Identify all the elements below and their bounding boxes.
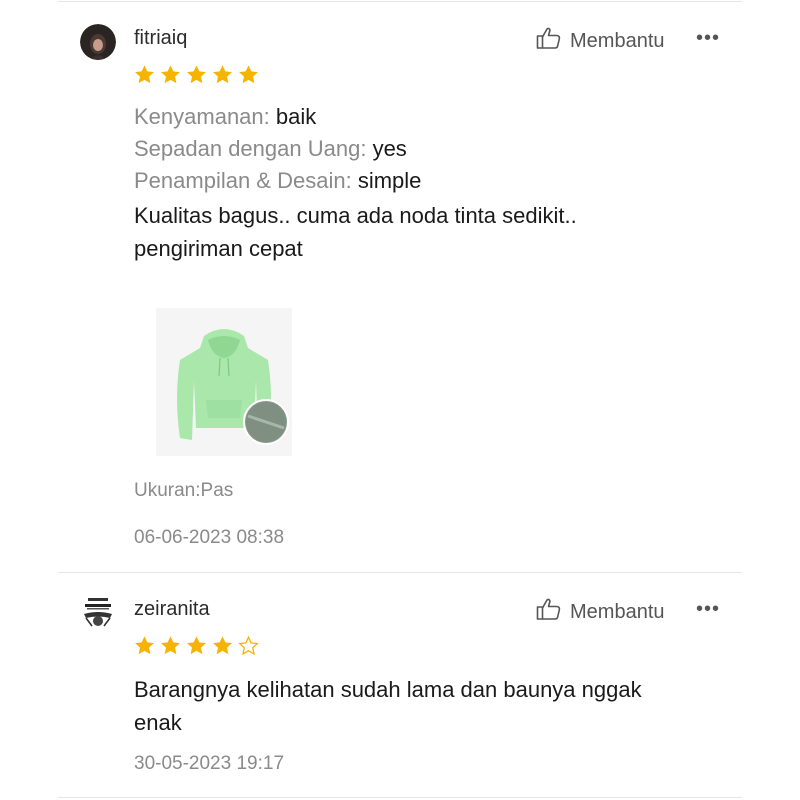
review-divider xyxy=(58,572,742,573)
attribute-key: Kenyamanan: xyxy=(134,104,270,129)
attribute-key: Penampilan & Desain: xyxy=(134,168,352,193)
attribute-value: simple xyxy=(357,168,422,193)
attribute-key: Sepadan dengan Uang: xyxy=(134,136,367,161)
thumbs-up-icon xyxy=(536,26,562,56)
review-comment: Barangnya kelihatan sudah lama dan bauny… xyxy=(134,673,714,739)
username[interactable]: fitriaiq xyxy=(134,27,187,50)
bottom-divider xyxy=(58,797,742,798)
top-divider xyxy=(58,1,742,2)
comment-line: enak xyxy=(134,710,182,735)
more-options-icon[interactable]: ••• xyxy=(696,598,720,621)
comment-line: Kualitas bagus.. cuma ada noda tinta sed… xyxy=(134,203,577,228)
attribute-comfort: Kenyamanan: baik xyxy=(134,104,316,130)
helpful-label: Membantu xyxy=(570,600,665,623)
attribute-value-for-money: Sepadan dengan Uang: yes xyxy=(134,136,407,162)
star-filled-icon xyxy=(239,65,258,84)
review-date: 06-06-2023 08:38 xyxy=(134,527,285,548)
review-photo[interactable] xyxy=(156,308,292,456)
attribute-value: yes xyxy=(372,136,407,161)
star-filled-icon xyxy=(161,65,180,84)
star-filled-icon xyxy=(187,636,206,655)
helpful-button[interactable]: Membantu xyxy=(536,597,665,627)
size-label: Ukuran:Pas xyxy=(134,480,234,501)
more-options-icon[interactable]: ••• xyxy=(696,27,720,50)
username[interactable]: zeiranita xyxy=(134,598,210,621)
star-empty-icon xyxy=(238,635,259,656)
comment-line: pengiriman cepat xyxy=(134,236,303,261)
attribute-appearance: Penampilan & Desain: simple xyxy=(134,168,421,194)
helpful-label: Membantu xyxy=(570,29,665,52)
review-date: 30-05-2023 19:17 xyxy=(134,753,285,774)
rating-stars xyxy=(133,64,260,86)
star-filled-icon xyxy=(187,65,206,84)
helpful-button[interactable]: Membantu xyxy=(536,26,665,56)
thumbs-up-icon xyxy=(536,597,562,627)
avatar[interactable] xyxy=(80,596,116,632)
rating-stars xyxy=(133,635,260,657)
avatar[interactable] xyxy=(80,24,116,60)
comment-line: Barangnya kelihatan sudah lama dan bauny… xyxy=(134,677,642,702)
attribute-value: baik xyxy=(275,104,317,129)
star-filled-icon xyxy=(135,65,154,84)
star-filled-icon xyxy=(161,636,180,655)
star-filled-icon xyxy=(135,636,154,655)
star-filled-icon xyxy=(213,636,232,655)
star-filled-icon xyxy=(213,65,232,84)
review-comment: Kualitas bagus.. cuma ada noda tinta sed… xyxy=(134,199,714,265)
